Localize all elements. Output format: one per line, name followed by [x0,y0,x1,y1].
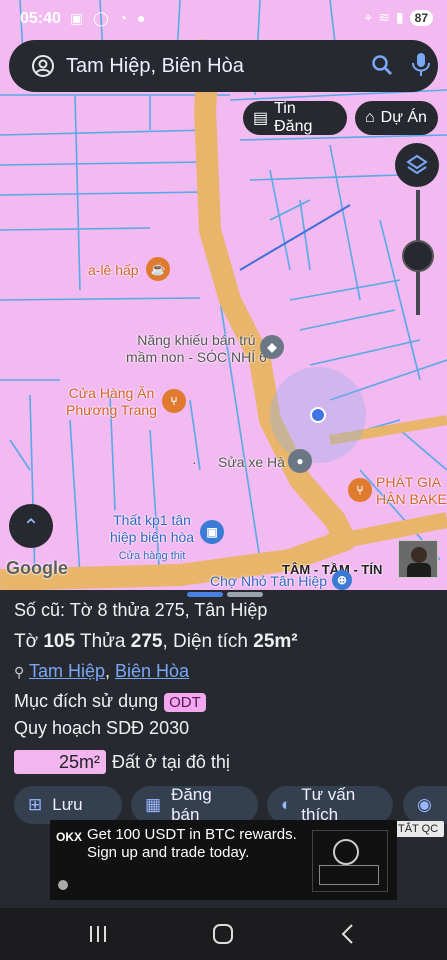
poi-bakery-label[interactable]: PHÁT GIA HÂN BAKE [376,474,447,508]
signal-icon: ▮ [395,9,404,25]
ad-info-icon[interactable] [58,880,68,890]
ward-link[interactable]: Tam Hiệp [29,661,105,681]
parcel-number: 275 [130,631,163,652]
planning-type: Đất ở tại đô thị [112,751,230,772]
post-sale-button[interactable]: ▦ Đăng bán [131,785,258,824]
poi-cafe-label[interactable]: a-lê hấp [88,262,139,279]
contrast-button[interactable]: ◐ Tư vấn thích [267,785,393,824]
location-status-icon: ⌖ [364,9,373,25]
land-use-purpose: Mục đích sử dụng ODT [14,691,206,712]
planning-area-badge: 25m² [14,750,106,774]
wifi-icon: ≋ [378,9,390,25]
poi-market-label[interactable]: Chợ Nhỏ Tân Hiệp [210,573,327,590]
search-icon[interactable] [371,54,393,76]
search-bar[interactable]: Tam Hiệp, Biên Hòa [9,40,438,92]
notification-icons: ▣ ◯ ◔ ● [70,10,149,26]
chip-projects-label: Dự Án [380,109,427,126]
chip-projects[interactable]: ⌂ Dự Án [355,101,438,135]
poi-meat-label[interactable]: Thất kp1 tân hiệp biên hòa Cửa hàng thịt [110,512,194,565]
status-icons: ⌖ ≋ ▮ 87 [364,9,433,26]
houses-icon: ⌂ [365,109,375,126]
parcel-location: ⚲ Tam Hiệp, Biên Hòa [14,661,190,681]
land-use-badge: ODT [164,693,206,712]
opacity-slider-knob[interactable] [402,240,434,272]
shopping-bag-icon[interactable]: ▣ [200,520,224,544]
camera-button[interactable]: ◉ [403,786,447,824]
save-button[interactable]: ⊞ Lưu [14,786,122,824]
expand-up-button[interactable]: ⌃ [9,504,53,548]
camera-icon: ◉ [417,795,432,814]
panel-handle[interactable] [187,592,223,597]
cart-icon[interactable]: ⊕ [332,570,352,590]
city-link[interactable]: Biên Hòa [115,661,189,681]
ad-headline-2: Sign up and trade today. [87,844,250,861]
layers-button[interactable] [395,143,439,187]
chip-listings-label: Tin Đăng [274,100,313,135]
school-icon[interactable]: ◆ [260,335,284,359]
sheet-number: 105 [43,631,76,652]
user-account-icon[interactable] [31,54,55,78]
poi-restaurant-label[interactable]: Cửa Hàng Ăn Phương Trang [66,385,157,419]
ad-brand-logo: OKX [56,830,83,844]
ad-headline-1: Get 100 USDT in BTC rewards. [87,826,297,843]
planning-row: 25m² Đất ở tại đô thị [14,750,230,774]
home-icon[interactable] [212,923,234,945]
restaurant-icon[interactable]: ⑂ [162,389,186,413]
recents-icon[interactable] [88,924,108,944]
close-ad-button[interactable]: TẮT QC [392,821,445,837]
cafe-icon[interactable]: ☕ [146,257,170,281]
google-logo: Google [6,558,68,578]
search-input[interactable]: Tam Hiệp, Biên Hòa [66,55,244,78]
planning-title: Quy hoạch SDĐ 2030 [14,718,190,738]
parcel-area: 25m² [253,631,298,652]
chevron-up-icon: ⌃ [22,515,40,538]
layers-icon [406,154,428,175]
system-nav-bar [0,908,447,960]
chip-listings[interactable]: ▤ Tin Đăng [243,100,347,135]
calendar-icon: ▦ [145,795,162,814]
listing-icon: ▤ [253,110,269,127]
old-parcel-info: Số cũ: Tờ 8 thửa 275, Tân Hiệp [14,600,268,620]
ad-banner[interactable]: OKX Get 100 USDT in BTC rewards. Sign up… [50,820,397,900]
location-pin-icon: ⚲ [14,664,25,680]
back-icon[interactable] [340,923,356,945]
ad-graphic [312,830,388,892]
poi-school-label[interactable]: Năng khiếu bán trú mầm non - SÓC NHÍ 6 [126,332,267,366]
bakery-icon[interactable]: ⑂ [348,478,372,502]
contrast-icon: ◐ [281,795,292,814]
battery-icon: 87 [409,9,433,26]
status-time: 05:40 [20,10,61,27]
poi-repair-label[interactable]: Sửa xe Hà [218,454,285,471]
bookmark-add-icon: ⊞ [28,795,43,814]
parcel-summary: Tờ 105 Thửa 275, Diện tích 25m² [14,631,298,652]
panel-handle-secondary[interactable] [227,592,263,597]
realtor-avatar[interactable] [398,540,438,578]
microphone-icon[interactable] [411,52,431,78]
wrench-icon[interactable]: ● [288,449,312,473]
status-bar: 05:40 ▣ ◯ ◔ ● ⌖ ≋ ▮ 87 [0,0,447,38]
dot-icon: · [192,454,197,470]
